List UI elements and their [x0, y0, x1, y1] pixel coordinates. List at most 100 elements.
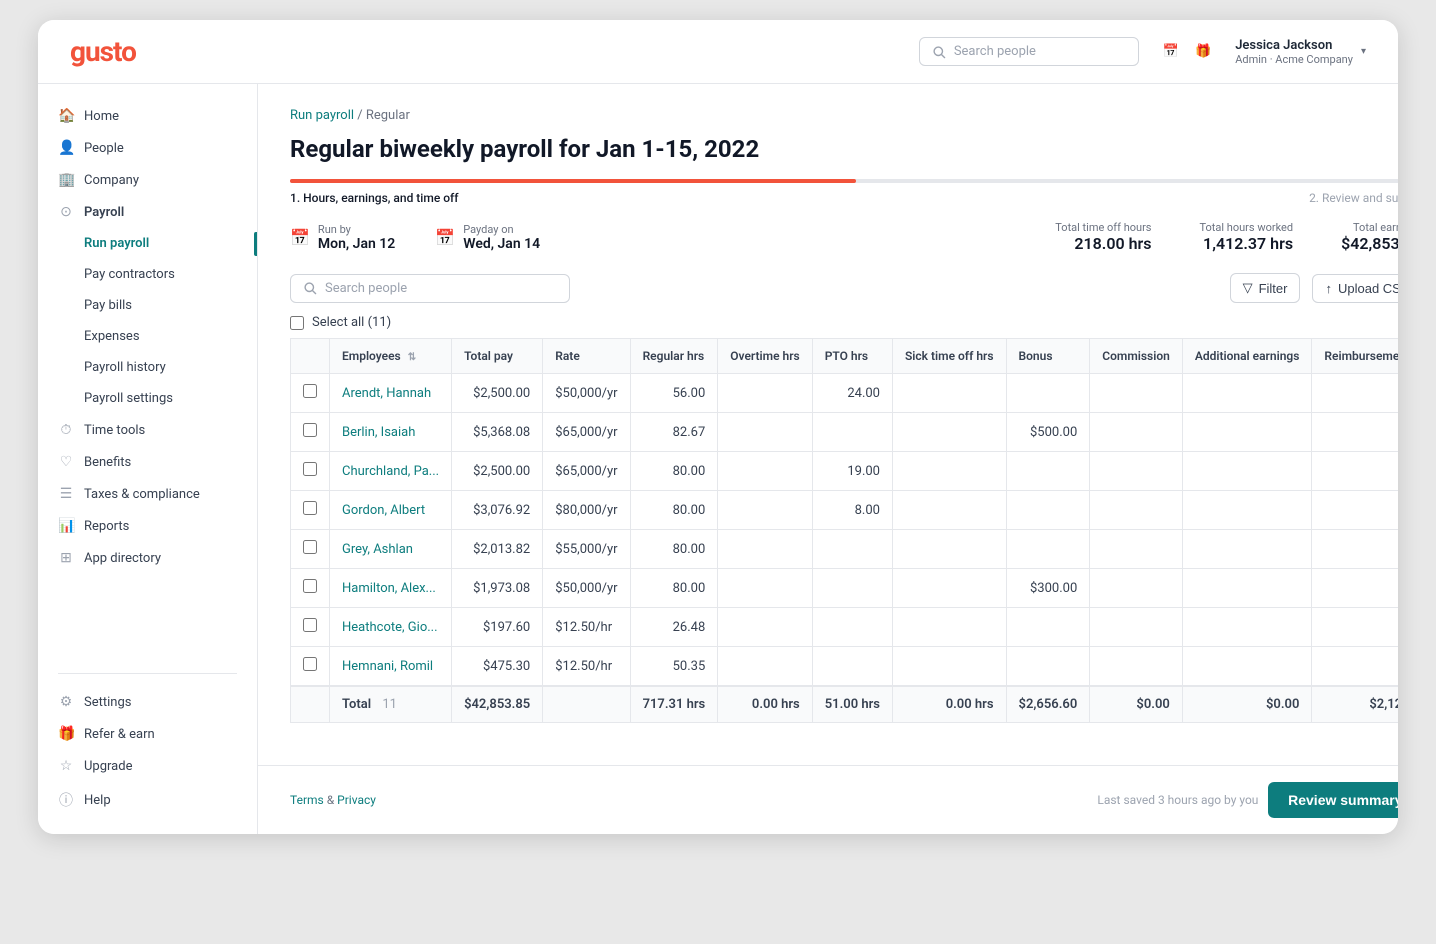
- saved-status: Last saved 3 hours ago by you: [1097, 793, 1258, 807]
- total-bonus: $2,656.60: [1006, 686, 1090, 723]
- employee-link[interactable]: Grey, Ashlan: [342, 542, 413, 557]
- gift-icon[interactable]: 🎁: [1195, 44, 1211, 59]
- employee-link[interactable]: Heathcote, Gio...: [342, 620, 438, 635]
- global-search-placeholder: Search people: [954, 44, 1036, 59]
- sidebar-item-taxes[interactable]: ☰ Taxes & compliance: [38, 478, 257, 510]
- col-header-checkbox: [291, 339, 330, 374]
- employee-link[interactable]: Gordon, Albert: [342, 503, 425, 518]
- table-container: Employees ⇅ Total pay Rate Regular hrs O…: [290, 338, 1398, 723]
- row-checkbox[interactable]: [303, 657, 317, 671]
- commission: [1090, 374, 1183, 413]
- calendar-icon[interactable]: 📅: [1163, 44, 1179, 59]
- commission: [1090, 569, 1183, 608]
- app-directory-icon: ⊞: [58, 550, 74, 566]
- pto-hrs: [812, 647, 892, 687]
- filter-button[interactable]: ▽ Filter: [1230, 273, 1301, 303]
- sidebar-item-upgrade[interactable]: ☆ Upgrade: [38, 750, 257, 782]
- sidebar-item-pay-contractors[interactable]: Pay contractors: [38, 259, 257, 290]
- regular-hrs: 56.00: [630, 374, 718, 413]
- breadcrumb-link[interactable]: Run payroll: [290, 108, 354, 123]
- privacy-link[interactable]: Privacy: [337, 793, 376, 807]
- col-header-sick-hrs: Sick time off hrs: [892, 339, 1006, 374]
- row-checkbox[interactable]: [303, 423, 317, 437]
- total-count: 11: [382, 697, 397, 712]
- time-off-stat: Total time off hours 218.00 hrs: [1055, 221, 1151, 253]
- commission: [1090, 647, 1183, 687]
- sidebar-item-payroll-settings[interactable]: Payroll settings: [38, 383, 257, 414]
- sidebar-item-label: Company: [84, 173, 139, 188]
- upload-csv-button[interactable]: ↑ Upload CSV: [1312, 274, 1398, 303]
- sidebar-item-label: Payroll: [84, 205, 124, 220]
- additional: [1182, 374, 1312, 413]
- col-header-overtime-hrs: Overtime hrs: [718, 339, 812, 374]
- review-summary-button[interactable]: Review summary: [1268, 782, 1398, 818]
- sidebar-item-benefits[interactable]: ♡ Benefits: [38, 446, 257, 478]
- sidebar-item-people[interactable]: 👤 People: [38, 132, 257, 164]
- additional: [1182, 491, 1312, 530]
- main-content: Run payroll / Regular Regular biweekly p…: [258, 84, 1398, 765]
- sick-hrs: [892, 569, 1006, 608]
- row-checkbox[interactable]: [303, 579, 317, 593]
- sick-hrs: [892, 647, 1006, 687]
- employee-link[interactable]: Hamilton, Alex...: [342, 581, 436, 596]
- page-footer: Terms & Privacy Last saved 3 hours ago b…: [258, 765, 1398, 834]
- rate: $80,000/yr: [543, 491, 630, 530]
- sidebar-item-reports[interactable]: 📊 Reports: [38, 510, 257, 542]
- col-header-regular-hrs: Regular hrs: [630, 339, 718, 374]
- progress-bar-container: 1. Hours, earnings, and time off 2. Revi…: [290, 179, 1398, 205]
- bonus: [1006, 530, 1090, 569]
- page-title: Regular biweekly payroll for Jan 1-15, 2…: [290, 135, 1398, 163]
- meta-stats: Total time off hours 218.00 hrs Total ho…: [1055, 221, 1398, 253]
- additional: [1182, 608, 1312, 647]
- bonus: [1006, 452, 1090, 491]
- sidebar-item-label: Payroll settings: [84, 391, 173, 406]
- select-all-label[interactable]: Select all (11): [312, 315, 391, 330]
- employee-link[interactable]: Berlin, Isaiah: [342, 425, 415, 440]
- sidebar-item-run-payroll[interactable]: Run payroll: [38, 228, 257, 259]
- sidebar-item-help[interactable]: ⓘ Help: [38, 782, 257, 818]
- breadcrumb-separator: / Regular: [357, 108, 410, 123]
- breadcrumb: Run payroll / Regular: [290, 108, 1398, 123]
- col-header-reimbursement: Reimburseme...: [1312, 339, 1398, 374]
- reimbursement: [1312, 374, 1398, 413]
- additional: [1182, 647, 1312, 687]
- total-label: Total 11: [330, 686, 452, 723]
- col-header-additional: Additional earnings: [1182, 339, 1312, 374]
- sidebar-item-company[interactable]: 🏢 Company: [38, 164, 257, 196]
- progress-step-2: 2. Review and submit: [1309, 191, 1398, 205]
- row-checkbox[interactable]: [303, 462, 317, 476]
- total-commission: $0.00: [1090, 686, 1183, 723]
- terms-link[interactable]: Terms: [290, 793, 324, 807]
- employee-link[interactable]: Churchland, Pa...: [342, 464, 439, 479]
- row-checkbox[interactable]: [303, 384, 317, 398]
- sidebar-item-pay-bills[interactable]: Pay bills: [38, 290, 257, 321]
- table-search[interactable]: Search people: [290, 274, 570, 303]
- col-header-bonus: Bonus: [1006, 339, 1090, 374]
- row-checkbox[interactable]: [303, 501, 317, 515]
- rate: $50,000/yr: [543, 569, 630, 608]
- sidebar-item-payroll[interactable]: ⊙ Payroll: [38, 196, 257, 228]
- select-all-checkbox[interactable]: [290, 316, 304, 330]
- employee-name: Hamilton, Alex...: [330, 569, 452, 608]
- calendar-meta-icon: 📅: [290, 228, 310, 247]
- regular-hrs: 26.48: [630, 608, 718, 647]
- employee-link[interactable]: Hemnani, Romil: [342, 659, 433, 674]
- employee-link[interactable]: Arendt, Hannah: [342, 386, 431, 401]
- global-search[interactable]: Search people: [919, 37, 1139, 66]
- total-pay: $197.60: [452, 608, 543, 647]
- sidebar-item-home[interactable]: 🏠 Home: [38, 100, 257, 132]
- logo: gusto: [70, 35, 136, 68]
- sidebar-item-time-tools[interactable]: ⏱ Time tools: [38, 414, 257, 446]
- upload-csv-label: Upload CSV: [1338, 281, 1398, 296]
- sidebar-item-app-directory[interactable]: ⊞ App directory: [38, 542, 257, 574]
- row-checkbox[interactable]: [303, 618, 317, 632]
- col-header-employees[interactable]: Employees ⇅: [330, 339, 452, 374]
- sidebar-item-payroll-history[interactable]: Payroll history: [38, 352, 257, 383]
- sidebar-item-label: Pay contractors: [84, 267, 175, 282]
- row-checkbox[interactable]: [303, 540, 317, 554]
- sidebar-item-settings[interactable]: ⚙ Settings: [38, 686, 257, 718]
- sidebar-item-expenses[interactable]: Expenses: [38, 321, 257, 352]
- user-menu[interactable]: Jessica Jackson Admin · Acme Company ▾: [1235, 38, 1366, 66]
- user-role: Admin · Acme Company: [1235, 53, 1353, 66]
- sidebar-item-refer-earn[interactable]: 🎁 Refer & earn: [38, 718, 257, 750]
